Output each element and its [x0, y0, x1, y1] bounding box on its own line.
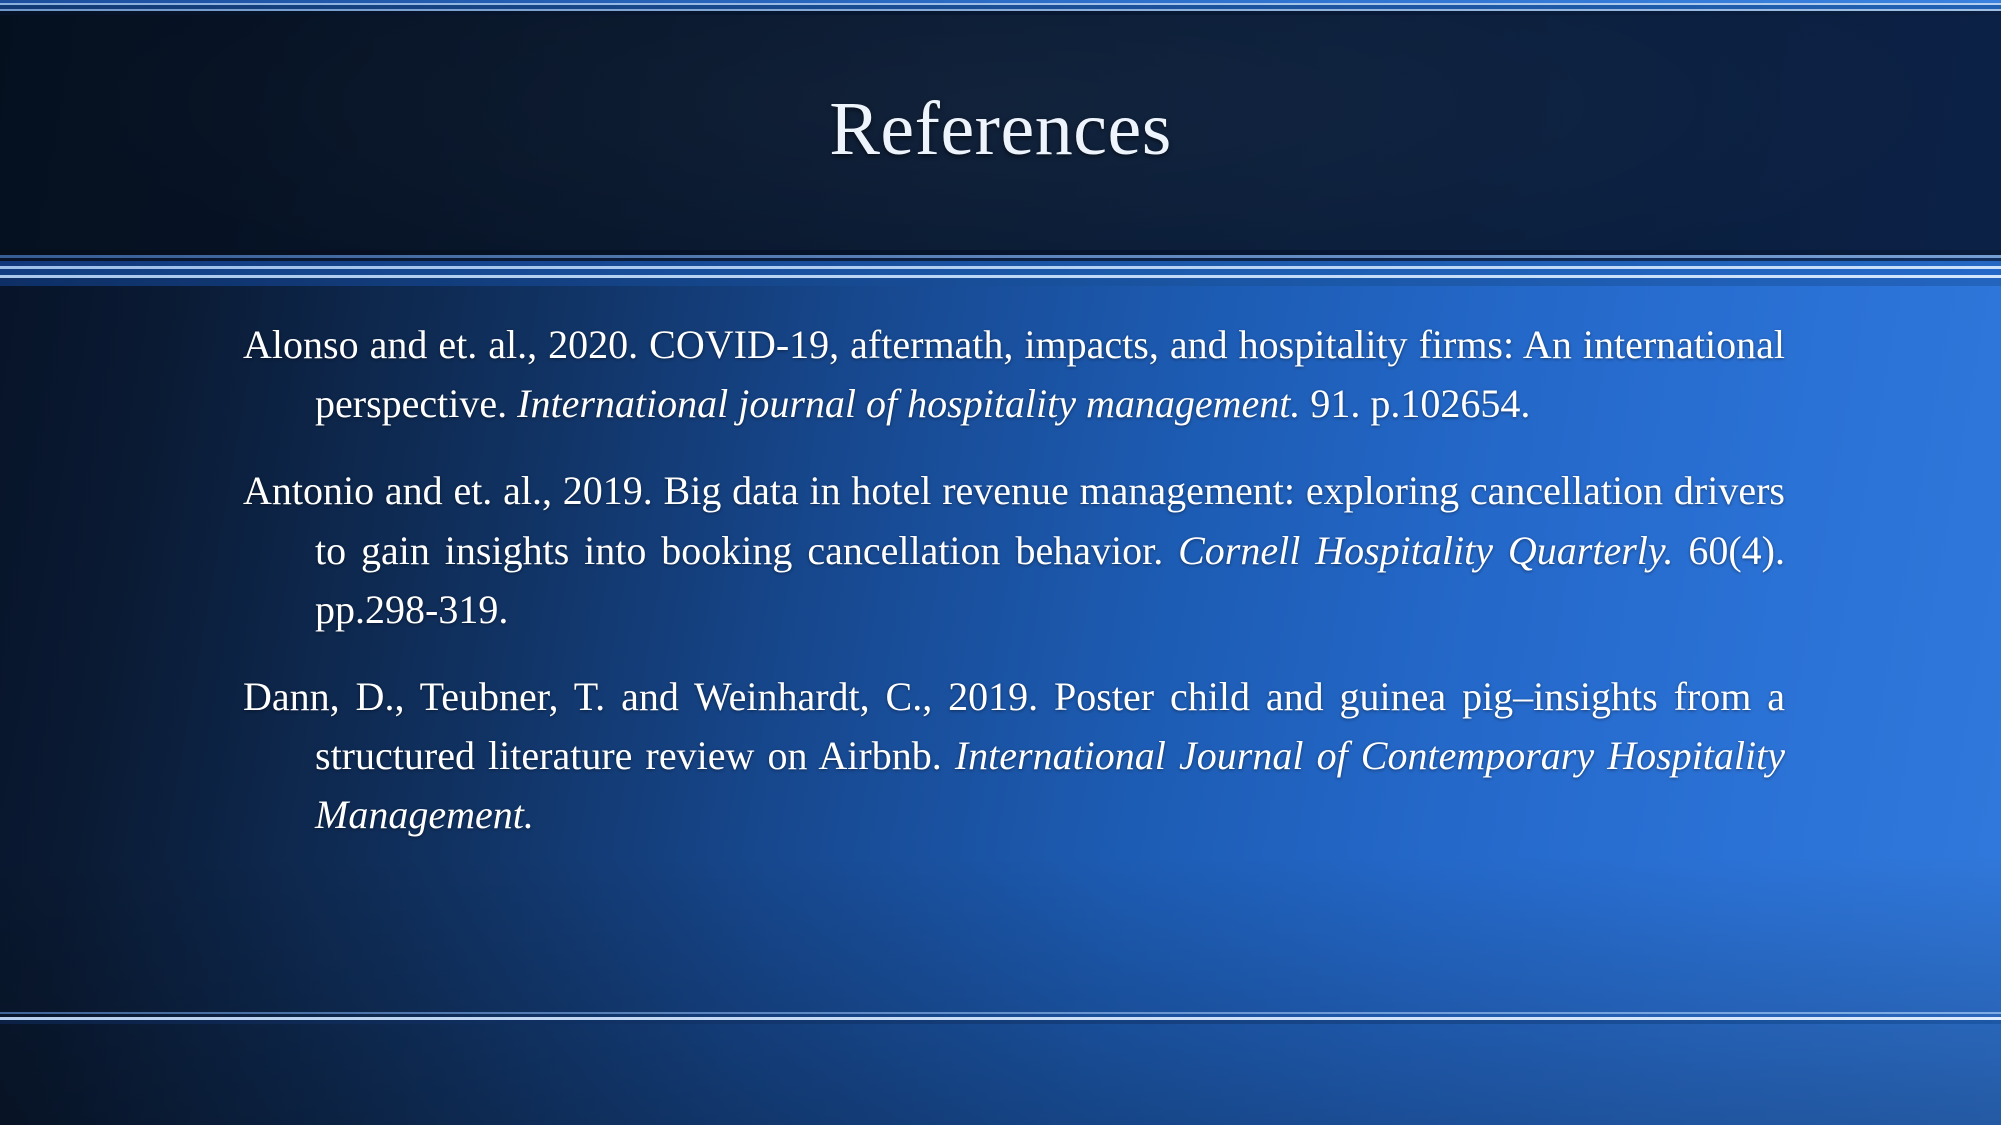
page-title: References	[829, 87, 1172, 171]
top-border-rules	[0, 0, 2001, 16]
reference-item: Antonio and et. al., 2019. Big data in h…	[243, 468, 1785, 632]
bottom-border-rules	[0, 1012, 2001, 1026]
top-rule-5	[0, 11, 2001, 15]
divider-rule-8	[0, 278, 2001, 286]
title-divider-rules	[0, 250, 2001, 286]
slide-title-container: References	[0, 0, 2001, 258]
references-list: Alonso and et. al., 2020. COVID-19, afte…	[243, 315, 1785, 845]
reference-item: Dann, D., Teubner, T. and Weinhardt, C.,…	[243, 673, 1785, 838]
presentation-slide: References Alonso and et. al., 2020. COV…	[0, 0, 2001, 1125]
bottom-rule-4	[0, 1020, 2001, 1024]
reference-item: Alonso and et. al., 2020. COVID-19, afte…	[243, 322, 1785, 427]
